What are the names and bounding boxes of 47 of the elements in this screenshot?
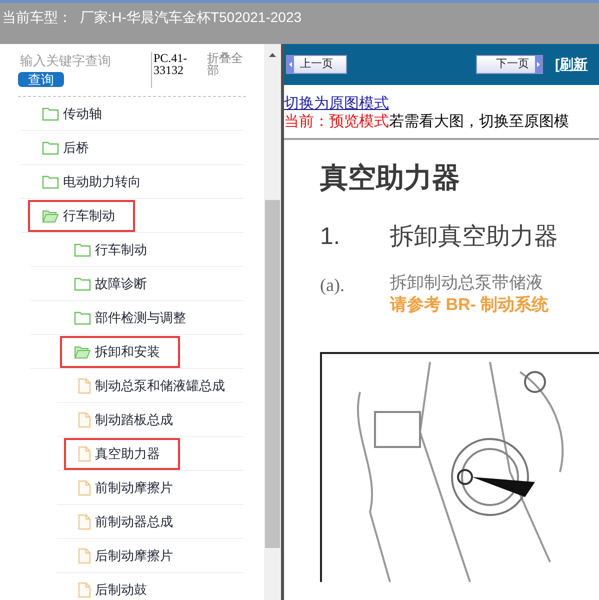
folder-icon (74, 310, 91, 324)
document-title: 真空助力器 (320, 161, 461, 195)
tree-item[interactable]: 后桥 (28, 132, 109, 164)
code-label: PC.41-33132 (151, 52, 193, 88)
search-button[interactable]: 查询 (18, 72, 64, 87)
tree-item[interactable]: 故障诊断 (60, 268, 167, 300)
search-field[interactable]: 输入关键字查询 (18, 52, 148, 70)
step-number: 1. (320, 222, 342, 252)
folder-icon (42, 140, 59, 154)
tree-item[interactable]: 后制动鼓 (64, 574, 167, 600)
tree-item[interactable]: 传动轴 (28, 98, 122, 130)
tree-item[interactable]: 前制动器总成 (64, 506, 193, 538)
tree-item[interactable]: 后制动摩擦片 (64, 540, 193, 572)
tree-item[interactable]: 拆卸和安装 (60, 336, 180, 368)
tree-item[interactable]: 行车制动 (60, 234, 167, 266)
refresh-link[interactable]: [刷新 (555, 54, 588, 75)
page-icon (78, 378, 91, 394)
tree-item[interactable]: 电动助力转向 (28, 166, 161, 198)
collapse-all-button[interactable]: 折叠全部 (206, 52, 246, 76)
page-icon (78, 480, 91, 496)
vehicle-title: 当前车型： 厂家:H-华晨汽车金杯T502021-2023 (2, 9, 302, 25)
tree-item[interactable]: 部件检测与调整 (60, 302, 206, 334)
mode-status: 当前：预览模式 (284, 113, 389, 131)
page-icon (78, 514, 91, 530)
open-folder-icon (42, 208, 59, 222)
page-icon (78, 548, 91, 564)
folder-icon (42, 106, 59, 120)
tree-item[interactable]: 行车制动 (28, 200, 135, 232)
folder-icon (74, 242, 91, 256)
tree-item[interactable]: 真空助力器 (64, 438, 180, 470)
open-folder-icon (74, 344, 91, 358)
tree-item[interactable]: 制动总泵和储液罐总成 (64, 370, 245, 402)
previous-page-button[interactable]: 上一页 (286, 55, 347, 74)
original-mode-link[interactable]: 切换为原图模式 (284, 95, 389, 113)
folder-icon (74, 276, 91, 290)
tree-item[interactable]: 制动踏板总成 (64, 404, 193, 436)
folder-icon (42, 174, 59, 188)
mode-hint: 若需看大图，切换至原图模 (389, 113, 569, 131)
substep-text: 拆卸制动总泵带储液 (390, 272, 544, 294)
page-icon (78, 412, 91, 428)
next-page-button[interactable]: 下一页 (476, 55, 543, 74)
page-icon (78, 446, 91, 462)
reference-note: 请参考 BR- 制动系统 (390, 294, 549, 316)
tree-item[interactable]: 前制动摩擦片 (64, 472, 193, 504)
substep-number: (a). (320, 274, 346, 297)
step-title: 拆卸真空助力器 (390, 222, 558, 252)
page-icon (78, 582, 91, 598)
